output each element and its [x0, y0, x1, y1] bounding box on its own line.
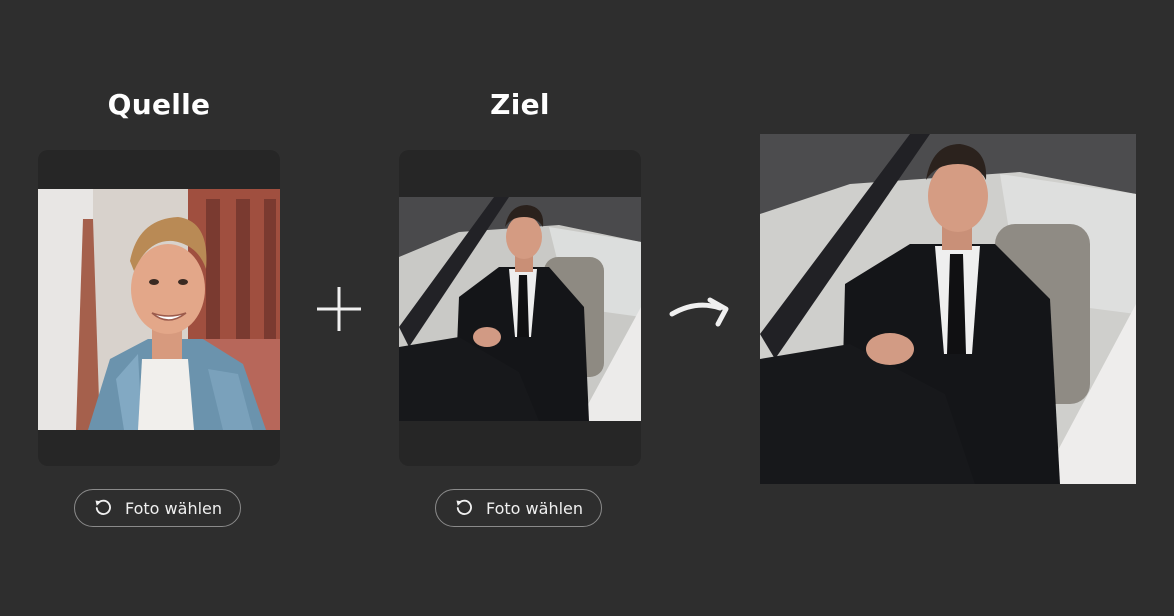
source-photo [38, 189, 280, 430]
rotate-ccw-icon [95, 499, 111, 515]
target-pick-photo-button[interactable]: Foto wählen [435, 489, 602, 527]
source-photo-frame[interactable] [38, 150, 280, 466]
rotate-ccw-icon [456, 499, 472, 515]
source-title: Quelle [107, 88, 211, 121]
target-title: Ziel [490, 88, 550, 121]
source-pick-photo-label: Foto wählen [124, 498, 223, 518]
target-pick-photo-label: Foto wählen [485, 498, 584, 518]
target-photo-frame[interactable] [399, 150, 641, 466]
plus-icon [317, 287, 361, 331]
target-photo [399, 197, 641, 421]
result-photo [760, 134, 1136, 484]
source-pick-photo-button[interactable]: Foto wählen [74, 489, 241, 527]
curved-arrow-right-icon [669, 297, 729, 327]
